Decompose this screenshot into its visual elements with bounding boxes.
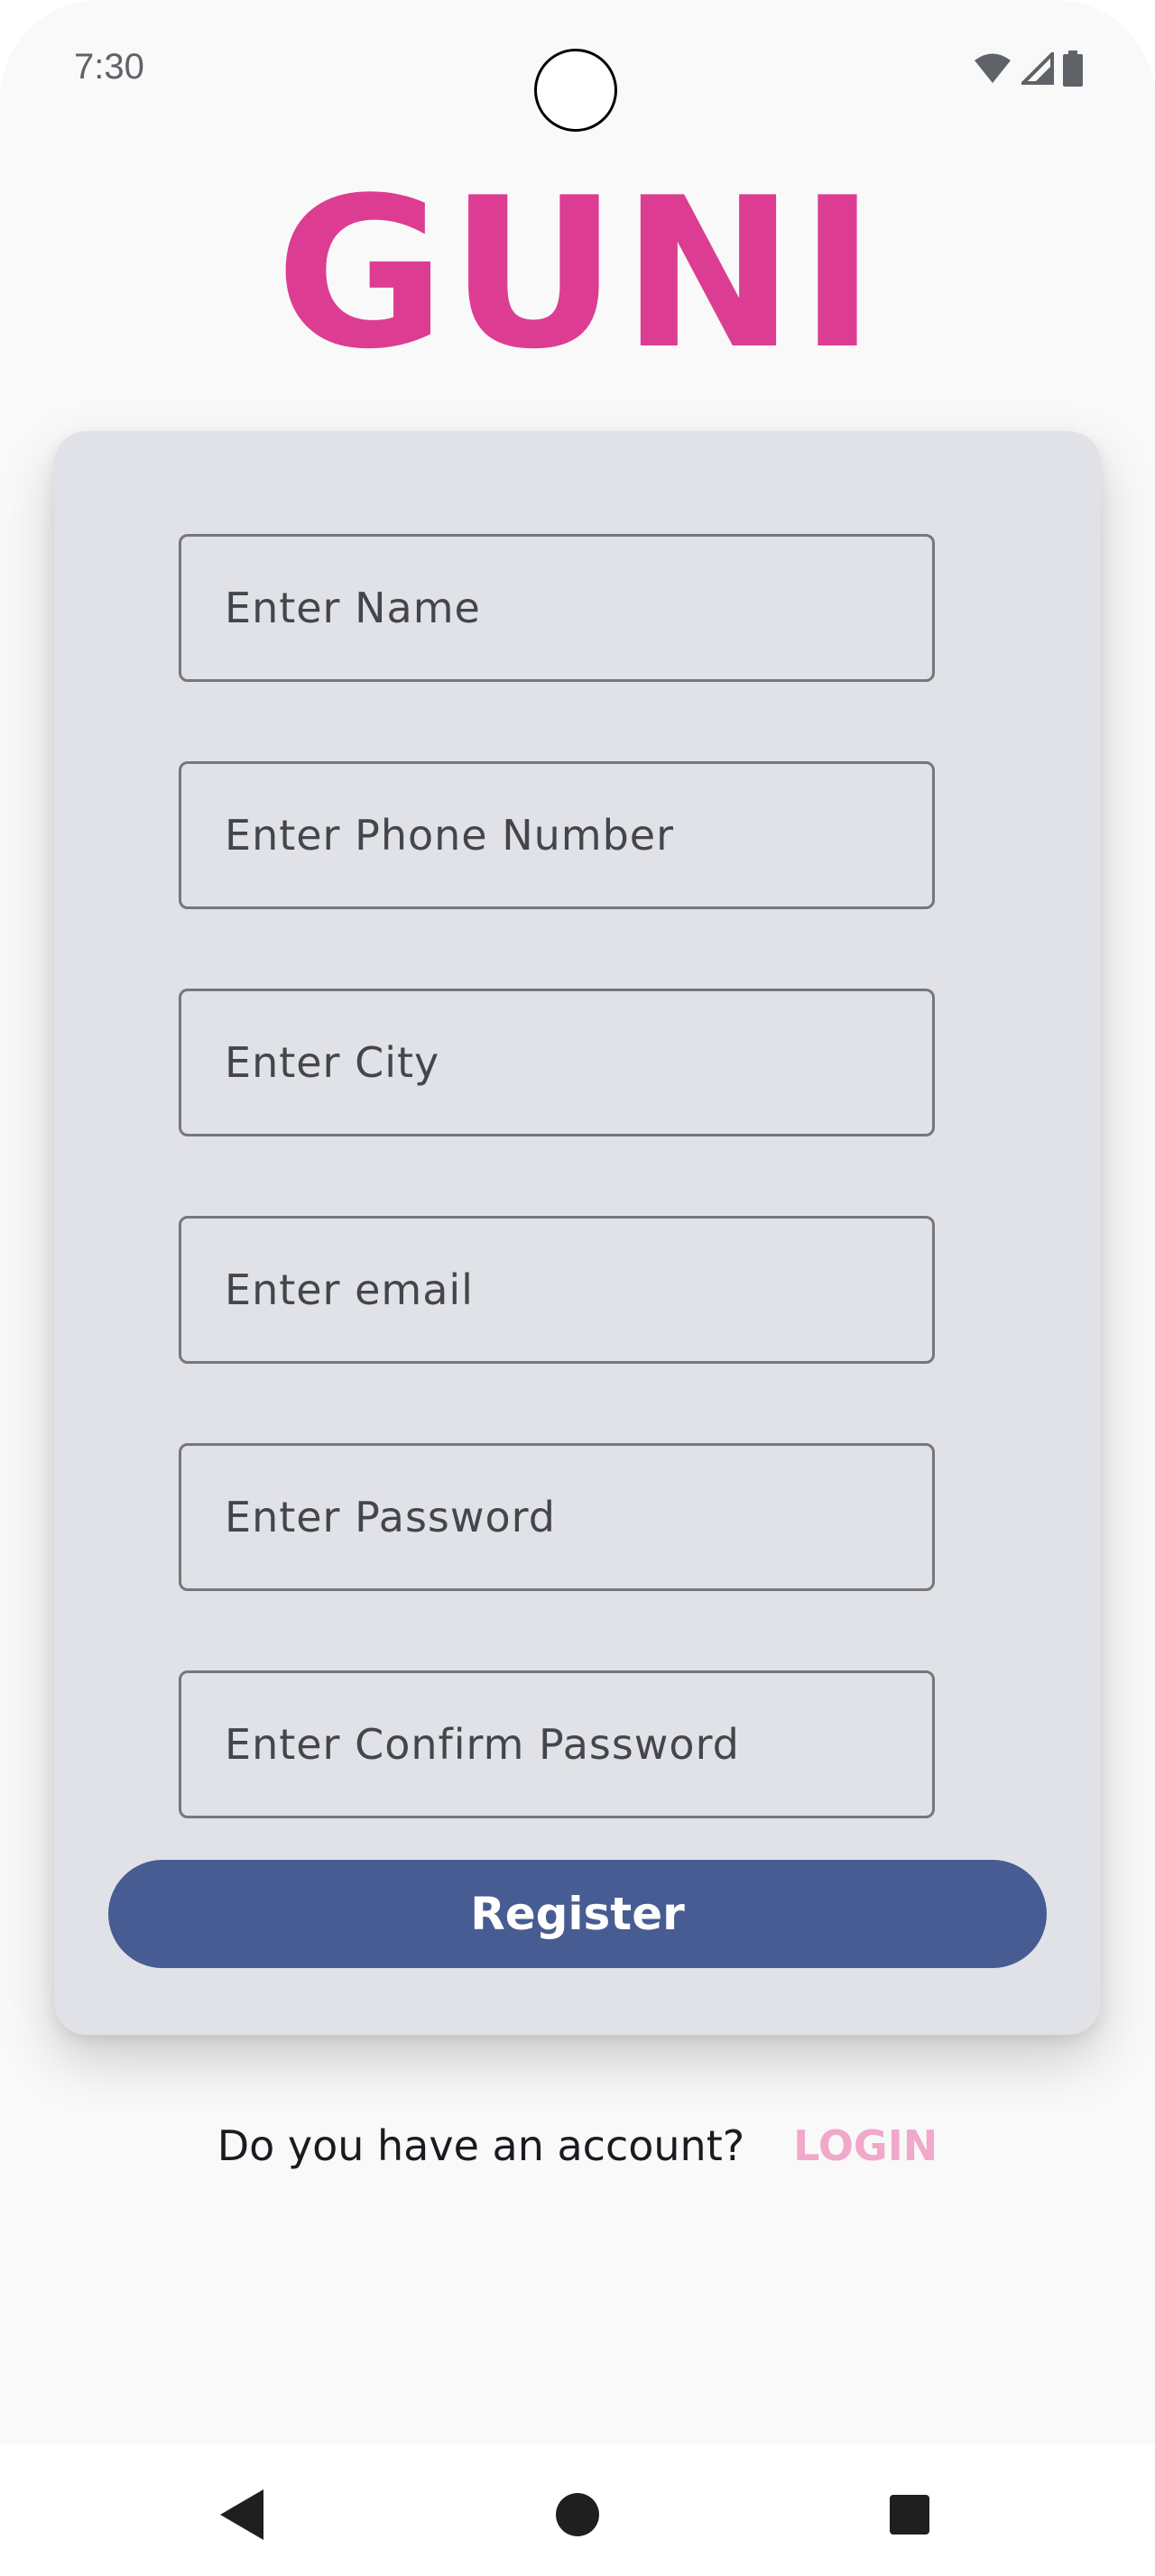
account-prompt-text: Do you have an account? [217,2121,745,2170]
status-bar: 7:30 [0,0,1155,135]
recents-icon[interactable] [890,2495,929,2535]
cellular-signal-icon [1021,52,1054,85]
wifi-icon [975,53,1011,83]
confirm-password-input[interactable] [223,1719,932,1770]
name-field[interactable] [179,534,935,682]
app-logo: GUNI [275,154,880,395]
status-time: 7:30 [74,47,144,87]
email-input[interactable] [223,1265,932,1315]
phone-screen: 7:30 GUNI Enter Name Enter Phone Number … [0,0,1155,2576]
registration-card: Register [54,431,1101,2035]
status-icons [973,51,1083,87]
confirm-password-field[interactable] [179,1670,935,1818]
city-input[interactable] [223,1037,932,1088]
login-link[interactable]: LOGIN [793,2121,938,2170]
battery-icon [1063,51,1083,87]
password-field[interactable] [179,1443,935,1591]
back-icon[interactable] [220,2489,263,2540]
phone-field[interactable] [179,761,935,909]
register-button[interactable]: Register [108,1860,1047,1968]
email-field[interactable] [179,1216,935,1364]
password-input[interactable] [223,1492,932,1542]
home-icon[interactable] [556,2493,599,2536]
name-input[interactable] [223,583,932,633]
navigation-bar [0,2444,1155,2576]
account-prompt-row: Do you have an account? LOGIN [0,2121,1155,2170]
front-camera-cutout [534,49,617,132]
phone-input[interactable] [223,810,932,860]
city-field[interactable] [179,989,935,1136]
